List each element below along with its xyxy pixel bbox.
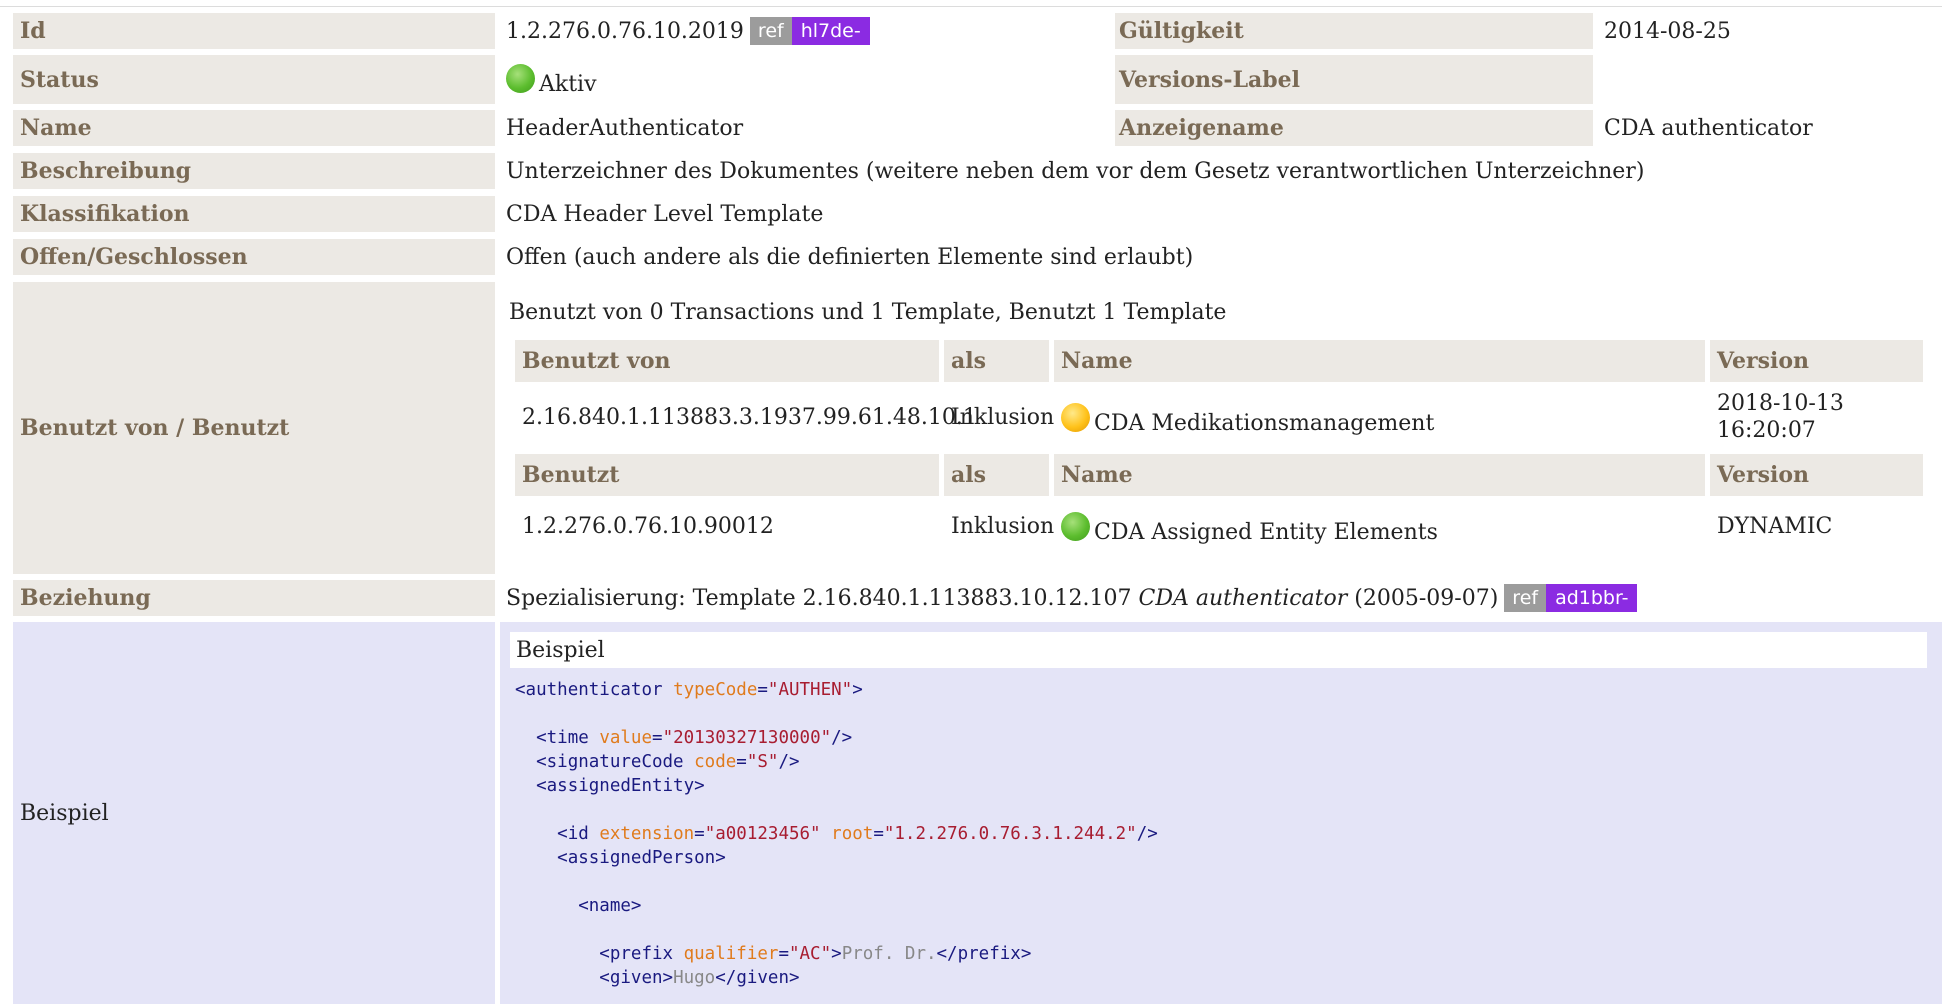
used-by-name: CDA Medikationsmanagement: [1094, 410, 1435, 436]
usage-table: Benutzt von als Name Version 2.16.840.1.…: [515, 340, 1923, 572]
uses-name: CDA Assigned Entity Elements: [1094, 519, 1438, 545]
label-versions-label: Versions-Label: [1115, 55, 1593, 104]
template-detail-page: Id 1.2.276.0.76.10.2019 ref hl7de- Gülti…: [0, 0, 1942, 1004]
template-id: 1.2.276.0.76.10.2019: [506, 18, 744, 44]
used-by-version-date: 2018-10-13: [1717, 391, 1844, 416]
code-line-assignedentity: <assignedEntity>: [536, 776, 705, 796]
example-title: Beispiel: [510, 632, 1927, 668]
uses-als: Inklusion: [951, 513, 1055, 539]
status-active-icon: [506, 64, 535, 93]
label-usage: Benutzt von / Benutzt: [13, 282, 495, 574]
used-by-name-cell[interactable]: CDA Medikationsmanagement: [1054, 384, 1705, 450]
value-versions-label: [1598, 55, 1942, 104]
value-gueltigkeit: 2014-08-25: [1604, 18, 1731, 44]
status-text: Aktiv: [539, 72, 597, 97]
row-beziehung: Beziehung Spezialisierung: Template 2.16…: [0, 580, 1942, 616]
used-by-id: 2.16.840.1.113883.3.1937.99.61.48.10.1: [522, 404, 977, 430]
uses-name-cell[interactable]: CDA Assigned Entity Elements: [1054, 498, 1705, 554]
label-beispiel: Beispiel: [13, 622, 495, 1004]
header-uses-version: Version: [1710, 454, 1923, 496]
code-line-signaturecode: <signatureCode code="S"/>: [536, 752, 800, 772]
relationship-date: (2005-09-07): [1354, 585, 1499, 611]
row-id: Id 1.2.276.0.76.10.2019 ref hl7de- Gülti…: [0, 13, 1942, 49]
code-line-id: <id extension="a00123456" root="1.2.276.…: [557, 824, 1158, 844]
ref-label: ref: [749, 17, 792, 45]
used-by-version-time: 16:20:07: [1717, 418, 1816, 443]
label-beziehung: Beziehung: [13, 580, 495, 616]
ref-tag: ad1bbr-: [1546, 584, 1638, 612]
label-id: Id: [13, 13, 495, 49]
label-anzeigename: Anzeigename: [1115, 110, 1593, 146]
label-offen-geschlossen: Offen/Geschlossen: [13, 239, 495, 275]
top-divider: [0, 6, 1942, 7]
row-name: Name HeaderAuthenticator Anzeigename CDA…: [0, 110, 1942, 146]
value-offen-geschlossen: Offen (auch andere als die definierten E…: [506, 244, 1194, 270]
relationship-template-name: CDA authenticator: [1138, 585, 1348, 611]
code-line-assignedperson: <assignedPerson>: [557, 848, 726, 868]
relationship-prefix: Spezialisierung: Template 2.16.840.1.113…: [506, 585, 1132, 611]
ref-label: ref: [1504, 584, 1547, 612]
header-uses: Benutzt: [515, 454, 939, 496]
uses-id: 1.2.276.0.76.10.90012: [522, 513, 774, 539]
uses-version: DYNAMIC: [1717, 513, 1833, 539]
row-offen-geschlossen: Offen/Geschlossen Offen (auch andere als…: [0, 239, 1942, 275]
used-by-version: 2018-10-13 16:20:07: [1710, 384, 1923, 450]
header-uses-als: als: [944, 454, 1049, 496]
value-beschreibung: Unterzeichner des Dokumentes (weitere ne…: [506, 158, 1645, 184]
header-used-by: Benutzt von: [515, 340, 939, 382]
code-line-prefix: <prefix qualifier="AC">Prof. Dr.</prefix…: [599, 944, 1032, 964]
ref-badge[interactable]: ref hl7de-: [749, 17, 870, 45]
code-line-given: <given>Hugo</given>: [599, 968, 800, 988]
header-name: Name: [1054, 340, 1705, 382]
label-gueltigkeit: Gültigkeit: [1115, 13, 1593, 49]
label-beschreibung: Beschreibung: [13, 153, 495, 189]
row-klassifikation: Klassifikation CDA Header Level Template: [0, 196, 1942, 232]
value-anzeigename: CDA authenticator: [1604, 115, 1813, 141]
label-name: Name: [13, 110, 495, 146]
usage-summary: Benutzt von 0 Transactions und 1 Templat…: [509, 299, 1227, 325]
used-by-als: Inklusion: [951, 404, 1055, 430]
row-beschreibung: Beschreibung Unterzeichner des Dokumente…: [0, 153, 1942, 189]
code-line-time: <time value="20130327130000"/>: [536, 728, 853, 748]
header-uses-name: Name: [1054, 454, 1705, 496]
label-klassifikation: Klassifikation: [13, 196, 495, 232]
header-als: als: [944, 340, 1049, 382]
code-line-authenticator: <authenticator typeCode="AUTHEN">: [515, 680, 863, 700]
code-line-name: <name>: [578, 896, 642, 916]
status-active-icon: [1061, 511, 1090, 541]
header-version: Version: [1710, 340, 1923, 382]
relationship-ref-badge[interactable]: ref ad1bbr-: [1504, 584, 1638, 612]
status-draft-icon: [1061, 402, 1090, 432]
value-beziehung: Spezialisierung: Template 2.16.840.1.113…: [500, 580, 1942, 616]
ref-tag: hl7de-: [791, 17, 870, 45]
value-klassifikation: CDA Header Level Template: [506, 201, 824, 227]
row-status: Status Aktiv Versions-Label: [0, 55, 1942, 104]
label-status: Status: [13, 55, 495, 104]
